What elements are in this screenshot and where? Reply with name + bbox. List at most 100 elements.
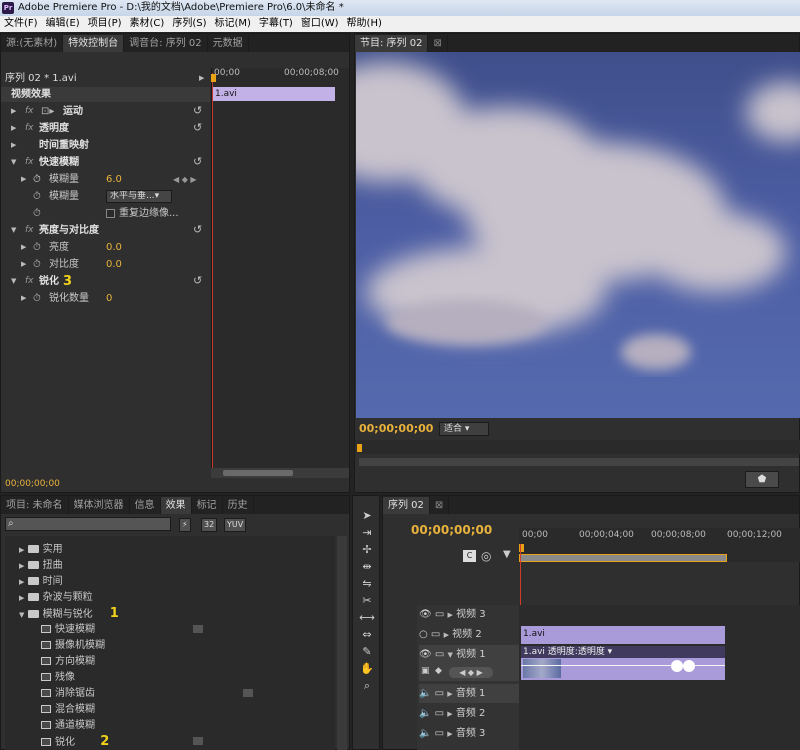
menu-title[interactable]: 字幕(T) [255, 16, 297, 32]
stopwatch-icon[interactable]: ⏱ [33, 171, 41, 188]
blur-dimension-dropdown[interactable]: 水平与垂...▾ [106, 190, 172, 203]
track-header-video-2[interactable]: ○ ▭ ▶ 视频 2 [419, 625, 482, 644]
set-encore-marker-icon[interactable]: ◎ [481, 549, 491, 563]
tab-markers[interactable]: 标记 [192, 497, 223, 514]
timeline-timecode[interactable]: 00;00;00;00 [411, 522, 492, 539]
speaker-icon[interactable]: 🔈 [419, 728, 431, 739]
mini-clip-bar[interactable]: 1.avi [212, 87, 335, 101]
slide-tool-icon[interactable]: ⇔ [358, 626, 376, 643]
clip-opacity-label[interactable]: 1.avi 透明度:透明度 ▾ [521, 646, 725, 658]
reset-icon[interactable]: ↺ [193, 153, 202, 170]
scrollbar-thumb[interactable] [223, 470, 293, 476]
tab-sequence[interactable]: 序列 02 [383, 497, 430, 514]
eye-icon[interactable]: 👁 [419, 609, 432, 620]
param-value[interactable]: 0.0 [106, 256, 122, 273]
tab-source[interactable]: 源:(无素材) [1, 35, 64, 52]
expand-arrow-icon[interactable]: ▶ [11, 120, 16, 137]
fx-icon[interactable]: fx [25, 154, 34, 171]
list-item-effect[interactable]: 快速模糊 [41, 621, 95, 638]
menu-clip[interactable]: 素材(C) [126, 16, 169, 32]
menu-marker[interactable]: 标记(M) [210, 16, 254, 32]
film-icon[interactable]: ▭ [431, 629, 440, 640]
list-item-folder[interactable]: ▶ 扭曲 [19, 557, 63, 574]
snap-icon[interactable]: C [463, 550, 476, 562]
menu-sequence[interactable]: 序列(S) [168, 16, 210, 32]
tab-program[interactable]: 节目: 序列 02 [355, 35, 429, 52]
close-icon[interactable]: ⊠ [430, 497, 450, 514]
video-1-keyframe-controls[interactable]: ▣ ◆ ◀ ◆ ▶ [419, 664, 519, 681]
hand-tool-icon[interactable]: ✋ [358, 660, 376, 677]
program-ruler[interactable] [356, 440, 800, 454]
stopwatch-icon[interactable]: ⏱ [33, 290, 41, 307]
keyframe-nav-buttons[interactable]: ◀ ◆ ▶ [449, 667, 493, 678]
keyframe-nav-icon[interactable]: ◀ ◆ ▶ [173, 171, 197, 188]
stopwatch-icon[interactable]: ⏱ [33, 256, 41, 273]
mini-playhead-handle[interactable] [211, 74, 216, 82]
tab-media-browser[interactable]: 媒体浏览器 [69, 497, 130, 514]
menu-file[interactable]: 文件(F) [0, 16, 42, 32]
track-header-video-3[interactable]: 👁 ▭ ▶ 视频 3 [419, 605, 486, 624]
list-item-effect[interactable]: 方向模糊 [41, 653, 95, 670]
tab-metadata[interactable]: 元数据 [208, 35, 249, 52]
menu-window[interactable]: 窗口(W) [297, 16, 343, 32]
list-item-effect[interactable]: 残像 [41, 669, 75, 686]
sync-lock-icon[interactable]: ▭ [435, 728, 444, 739]
tab-info[interactable]: 信息 [130, 497, 161, 514]
expand-arrow-icon[interactable]: ▶ [11, 103, 16, 120]
track-select-tool-icon[interactable]: ⇥ [358, 524, 376, 541]
fx-icon[interactable]: fx [25, 120, 34, 137]
stopwatch-icon[interactable]: ⏱ [33, 205, 41, 222]
speaker-icon[interactable]: 🔈 [419, 688, 431, 699]
video-1-clip[interactable]: 1.avi 透明度:透明度 ▾ [521, 646, 725, 680]
accelerated-effects-button[interactable]: ⚡ [179, 518, 191, 532]
yuv-effects-button[interactable]: YUV [224, 518, 247, 532]
reset-icon[interactable]: ↺ [193, 221, 202, 238]
list-item-effect[interactable]: 消除锯齿 [41, 685, 95, 702]
menu-project[interactable]: 项目(P) [84, 16, 126, 32]
film-icon[interactable]: ▭ [435, 609, 444, 620]
close-icon[interactable]: ⊠ [428, 35, 448, 52]
collapse-arrow-icon[interactable]: ▼ [11, 222, 16, 239]
add-marker-icon[interactable]: ▼ [503, 549, 511, 560]
add-marker-button[interactable]: ⬟ [745, 471, 779, 488]
slip-tool-icon[interactable]: ⟷ [358, 609, 376, 626]
list-item-effect[interactable]: 通道模糊 [41, 717, 95, 734]
list-item-folder[interactable]: ▶ 杂波与颗粒 [19, 589, 93, 606]
sync-lock-icon[interactable]: ▭ [435, 688, 444, 699]
32bit-effects-button[interactable]: 32 [201, 518, 218, 532]
track-header-video-1[interactable]: 👁 ▭ ▼ 视频 1 [419, 645, 519, 664]
video-frame[interactable] [356, 52, 800, 418]
sync-lock-icon[interactable]: ▭ [435, 708, 444, 719]
eye-icon[interactable]: 👁 [419, 649, 432, 660]
speaker-icon[interactable]: 🔈 [419, 708, 431, 719]
pen-tool-icon[interactable]: ✎ [358, 643, 376, 660]
tab-effect-controls[interactable]: 特效控制台 [63, 35, 125, 52]
list-item-effect[interactable]: 摄像机模糊 [41, 637, 105, 654]
expand-arrow-icon[interactable]: ▶ [21, 256, 26, 273]
expand-arrow-icon[interactable]: ▶ [21, 290, 26, 307]
eye-icon[interactable]: ○ [419, 629, 428, 640]
program-zoom-bar[interactable] [359, 458, 799, 466]
reset-icon[interactable]: ↺ [193, 119, 202, 136]
fx-icon[interactable]: fx [25, 273, 34, 290]
expand-arrow-icon[interactable]: ▶ [21, 239, 26, 256]
tab-effects[interactable]: 效果 [160, 497, 192, 514]
video-2-clip[interactable]: 1.avi [521, 626, 725, 644]
collapse-arrow-icon[interactable]: ▶ [199, 70, 204, 87]
track-header-audio-3[interactable]: 🔈 ▭ ▶ 音频 3 [419, 724, 485, 743]
tab-history[interactable]: 历史 [223, 497, 254, 514]
menu-edit[interactable]: 编辑(E) [42, 16, 84, 32]
display-style-icon[interactable]: ▣ [421, 666, 430, 676]
reset-icon[interactable]: ↺ [193, 102, 202, 119]
work-area-bar[interactable] [519, 554, 727, 562]
effects-scrollbar[interactable] [337, 536, 347, 750]
expand-arrow-icon[interactable]: ▶ [21, 171, 26, 188]
ripple-edit-tool-icon[interactable]: ✢ [358, 541, 376, 558]
track-header-audio-1[interactable]: 🔈 ▭ ▶ 音频 1 [419, 684, 519, 703]
param-value[interactable]: 0.0 [106, 239, 122, 256]
program-timecode[interactable]: 00;00;00;00 [359, 420, 433, 437]
list-item-folder[interactable]: ▶ 实用 [19, 541, 63, 558]
stopwatch-icon[interactable]: ⏱ [33, 239, 41, 256]
mini-playhead[interactable] [212, 73, 213, 473]
program-playhead-handle[interactable] [357, 444, 362, 452]
